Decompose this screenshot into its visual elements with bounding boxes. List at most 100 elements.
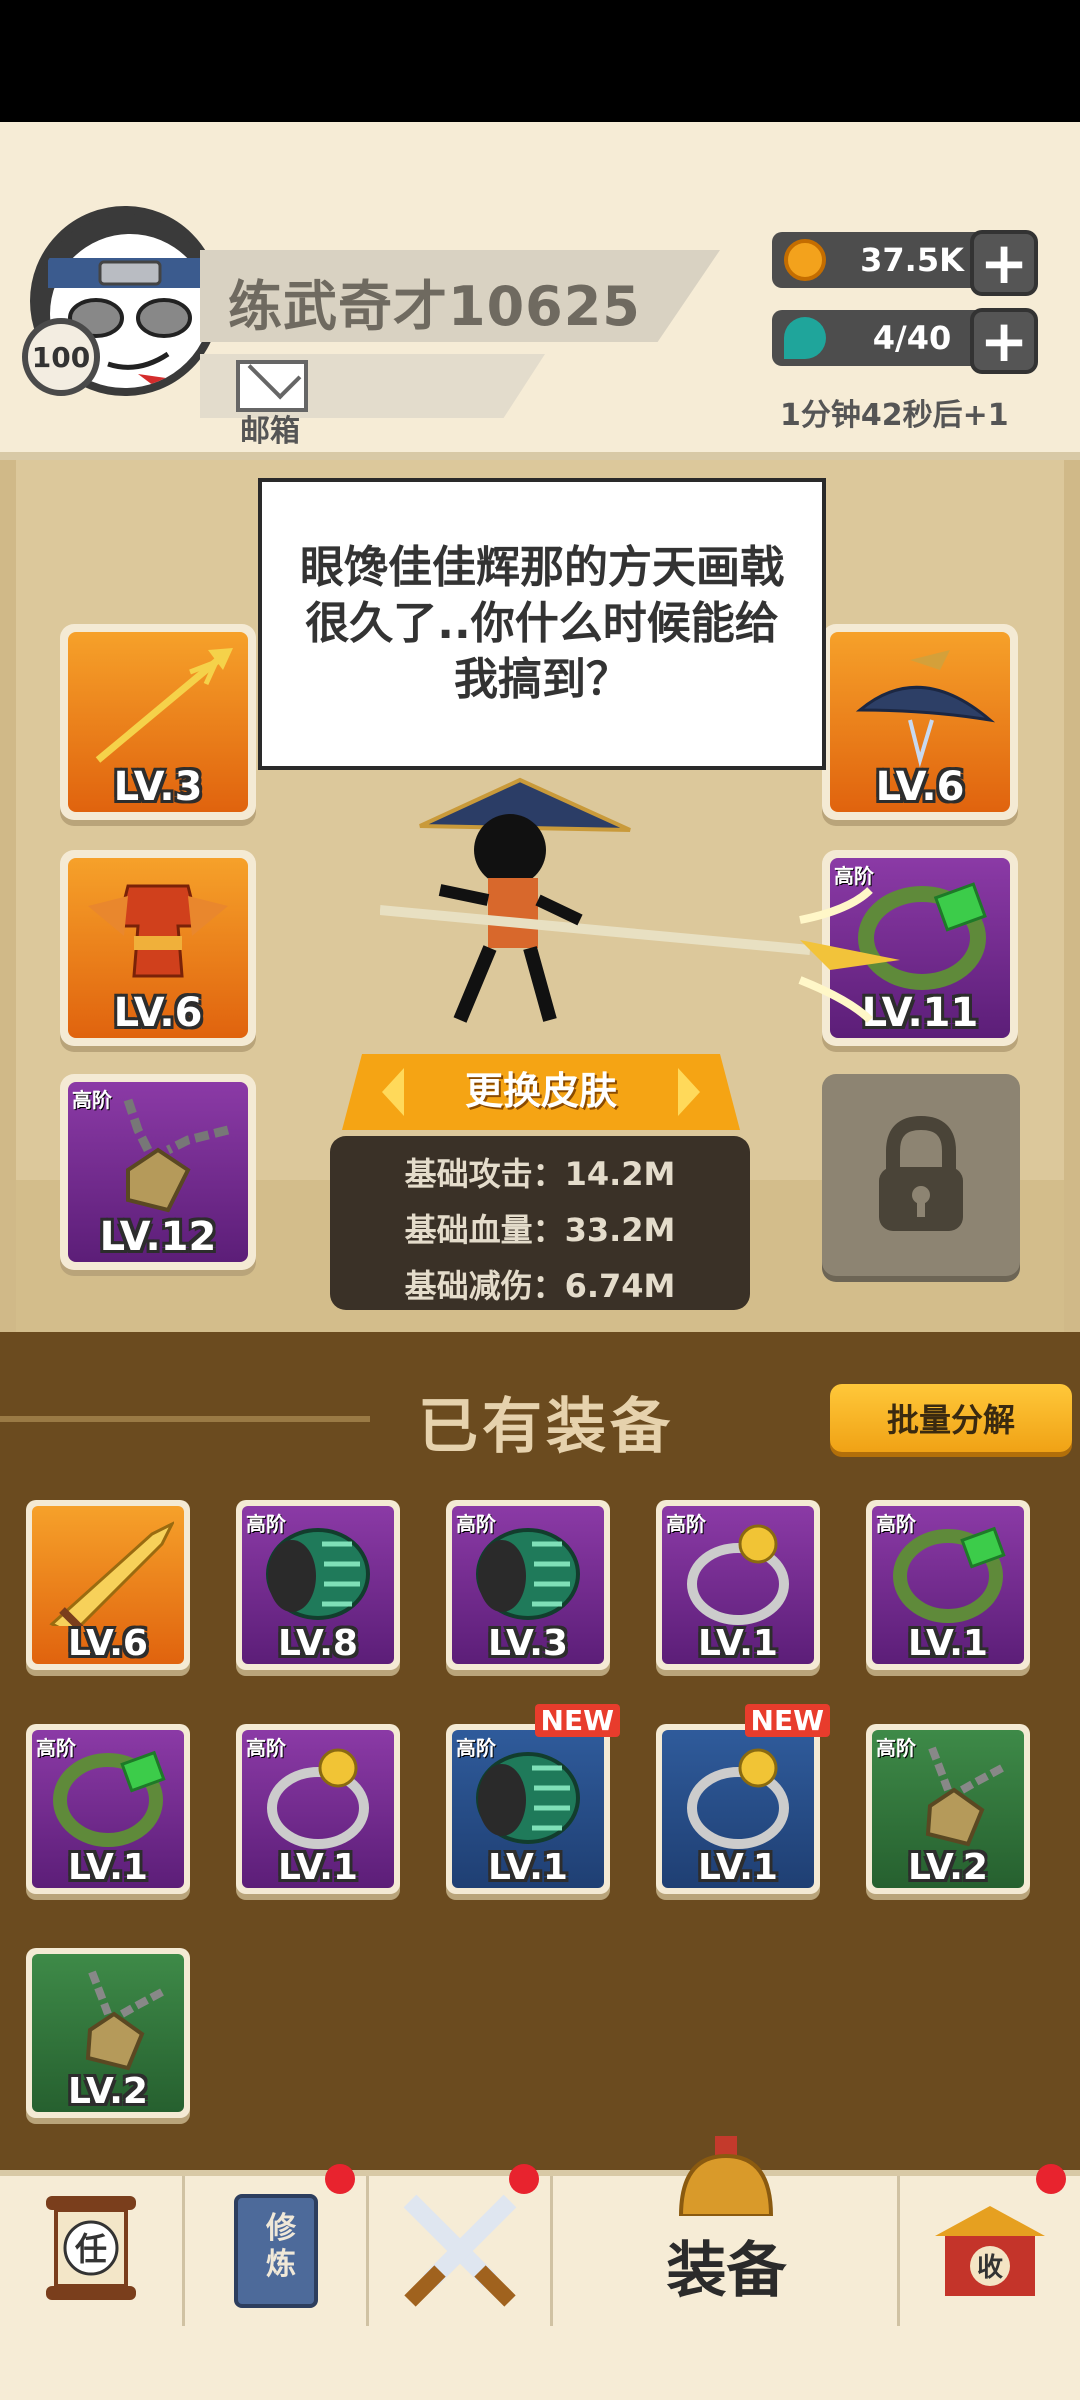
armor-icon <box>88 884 228 978</box>
item-background: 高阶 LV.1 <box>452 1730 604 1888</box>
task-char: 任 <box>75 2230 107 2268</box>
inventory-item[interactable]: 高阶 LV.3 <box>446 1500 610 1670</box>
lock-icon <box>879 1115 963 1231</box>
new-badge: NEW <box>744 1704 830 1737</box>
tier-label: 高阶 <box>456 1512 496 1536</box>
level-label: LV.1 <box>698 1623 778 1664</box>
player-level-badge: 100 <box>22 318 100 396</box>
necklace-icon <box>85 1970 164 2071</box>
level-label: LV.3 <box>113 764 203 810</box>
bottom-nav: 任 修炼 装备 收 <box>0 2136 1080 2400</box>
equip-slot-necklace[interactable]: 高阶 LV.12 <box>60 1074 256 1270</box>
level-label: LV.2 <box>908 1847 988 1888</box>
tier-label: 高阶 <box>36 1736 76 1760</box>
tier-label: 高阶 <box>246 1512 286 1536</box>
stickman-character <box>380 777 900 1023</box>
inventory-item[interactable]: LV.1 NEW <box>656 1704 830 1894</box>
tab-battle[interactable] <box>369 2164 553 2326</box>
energy-timer: 1分钟42秒后+1 <box>780 398 1009 433</box>
item-background: 高阶 LV.8 <box>242 1506 394 1664</box>
tab-tasks[interactable]: 任 <box>0 2176 185 2326</box>
tier-label: 高阶 <box>246 1736 286 1760</box>
item-background: 高阶 LV.1 <box>242 1730 394 1888</box>
level-label: LV.2 <box>68 2071 148 2112</box>
level-label: LV.1 <box>698 1847 778 1888</box>
tab-equipment[interactable]: 装备 <box>553 2136 900 2326</box>
level-label: LV.6 <box>68 1623 148 1664</box>
tier-label: 高阶 <box>876 1512 916 1536</box>
tab-shop[interactable]: 收 <box>900 2164 1080 2326</box>
task-scroll-icon: 任 <box>46 2196 136 2300</box>
level-label: LV.1 <box>278 1847 358 1888</box>
inventory-item[interactable]: LV.6 <box>26 1500 190 1670</box>
coin-counter: 37.5K <box>772 232 998 288</box>
tier-label: 高阶 <box>72 1088 112 1112</box>
stat-health: 基础血量：33.2M <box>404 1211 676 1249</box>
cultivate-char-1: 修炼 <box>265 2211 297 2282</box>
equip-slot-weapon[interactable]: LV.3 <box>60 624 256 820</box>
energy-counter: 4/40 <box>772 310 998 366</box>
notification-dot <box>1036 2164 1066 2194</box>
tier-label: 高阶 <box>876 1736 916 1760</box>
inventory-item[interactable]: LV.2 <box>26 1948 190 2118</box>
level-label: LV.8 <box>278 1623 358 1664</box>
item-background: 高阶 LV.3 <box>452 1506 604 1664</box>
player-header: 100 练武奇才10625 邮箱 37.5K + 4/40 + 1分钟42秒后+… <box>0 122 1080 460</box>
inventory-title: 已有装备 <box>418 1392 674 1462</box>
shop-char: 收 <box>977 2253 1003 2283</box>
stat-defense: 基础减伤：6.74M <box>404 1267 676 1305</box>
item-background: 高阶 LV.2 <box>872 1730 1024 1888</box>
cultivate-book-icon: 修炼 <box>233 2194 318 2308</box>
add-energy-button[interactable]: + <box>970 308 1038 374</box>
add-coins-button[interactable]: + <box>970 230 1038 296</box>
level-label: LV.6 <box>113 990 203 1036</box>
level-label: LV.12 <box>99 1214 217 1260</box>
item-background: LV.6 <box>32 1506 184 1664</box>
item-background: LV.1 <box>662 1730 814 1888</box>
item-background: LV.2 <box>32 1954 184 2112</box>
level-label: LV.1 <box>68 1847 148 1888</box>
level-label: LV.1 <box>488 1847 568 1888</box>
coin-icon <box>784 239 826 281</box>
mail-icon[interactable] <box>236 360 308 412</box>
character-speech-bubble: 眼馋佳佳辉那的方天画戟很久了..你什么时候能给我搞到？ <box>258 478 826 770</box>
energy-drop-icon <box>784 317 826 359</box>
tier-label: 高阶 <box>456 1736 496 1760</box>
equip-slot-armor[interactable]: LV.6 <box>60 850 256 1046</box>
new-badge: NEW <box>534 1704 620 1737</box>
notification-dot <box>325 2164 355 2194</box>
inventory-item[interactable]: 高阶 LV.1 <box>26 1724 190 1894</box>
item-background: 高阶 LV.1 <box>32 1730 184 1888</box>
change-skin-label[interactable]: 更换皮肤 <box>342 1060 740 1115</box>
tab-cultivate[interactable]: 修炼 <box>185 2164 369 2326</box>
helmet-icon <box>678 2136 774 2216</box>
tier-label: 高阶 <box>666 1512 706 1536</box>
title-divider <box>0 1416 370 1422</box>
player-name: 练武奇才10625 <box>228 275 641 338</box>
crossed-swords-icon <box>403 2194 516 2307</box>
treasury-building-icon: 收 <box>935 2206 1045 2296</box>
level-label: LV.3 <box>488 1623 568 1664</box>
stat-attack: 基础攻击：14.2M <box>404 1155 676 1193</box>
bulk-dismantle-button[interactable]: 批量分解 <box>830 1384 1072 1452</box>
tab-equipment-label: 装备 <box>666 2236 787 2306</box>
item-background: 高阶 LV.1 <box>872 1506 1024 1664</box>
inventory-item[interactable]: 高阶 LV.1 <box>656 1500 820 1670</box>
inventory-item[interactable]: 高阶 LV.1 <box>236 1724 400 1894</box>
sword-icon <box>49 1521 174 1626</box>
inventory-item[interactable]: 高阶 LV.8 <box>236 1500 400 1670</box>
locked-slot[interactable] <box>822 1074 1020 1276</box>
ring-icon <box>687 1748 789 1849</box>
notification-dot <box>509 2164 539 2194</box>
inventory-item[interactable]: 高阶 LV.2 <box>866 1724 1030 1894</box>
item-background: 高阶 LV.1 <box>662 1506 814 1664</box>
player-avatar[interactable]: 100 <box>22 198 220 396</box>
level-label: LV.1 <box>908 1623 988 1664</box>
base-stats-panel: 基础攻击：14.2M 基础血量：33.2M 基础减伤：6.74M <box>330 1136 750 1310</box>
mail-label[interactable]: 邮箱 <box>240 406 300 450</box>
inventory-item[interactable]: 高阶 LV.1 <box>866 1500 1030 1670</box>
spear-icon <box>95 648 233 763</box>
inventory-item[interactable]: 高阶 LV.1 NEW <box>446 1704 620 1894</box>
straw-hat-icon <box>855 650 996 768</box>
status-bar <box>0 0 1080 122</box>
